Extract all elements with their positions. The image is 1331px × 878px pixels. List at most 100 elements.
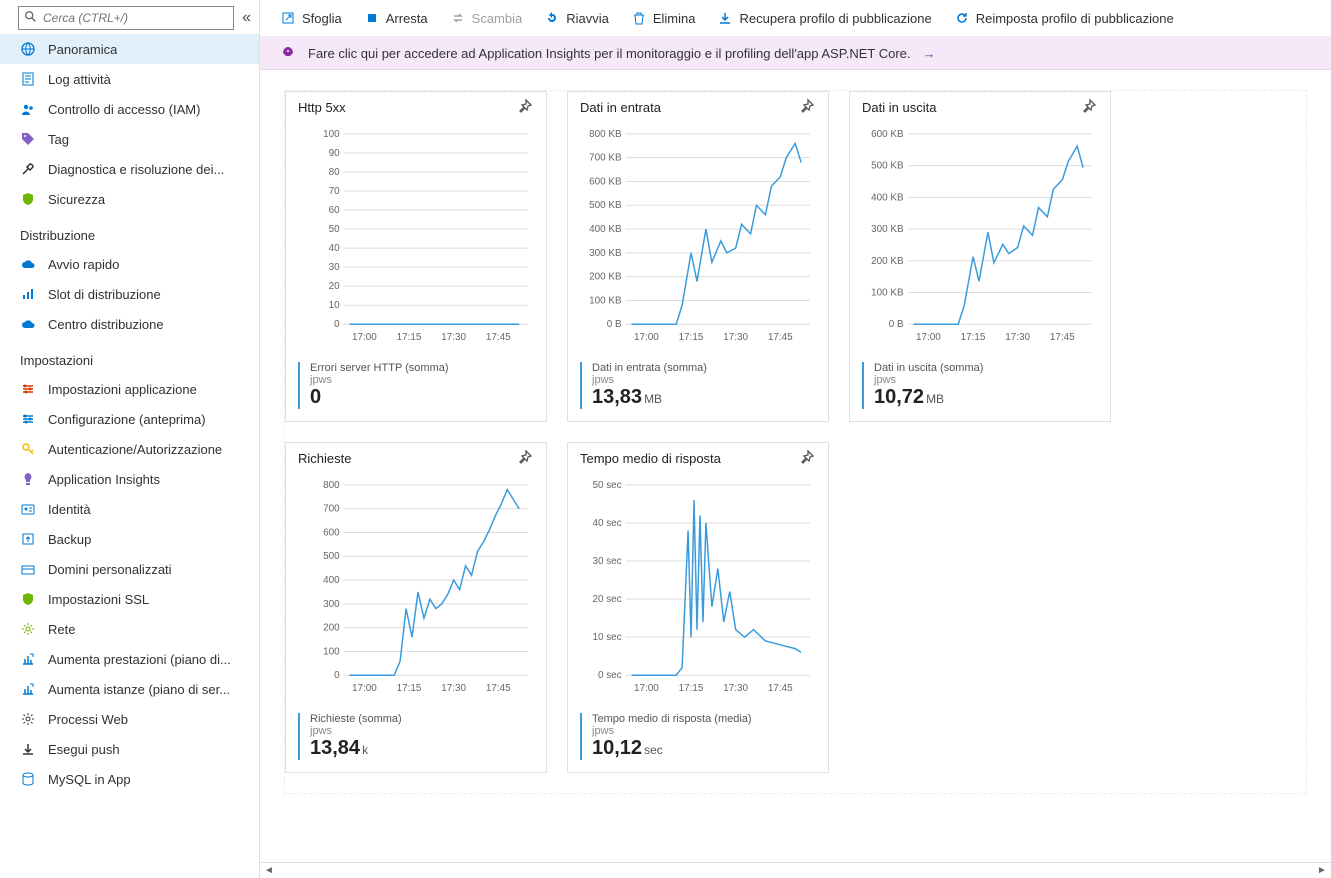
svg-text:200 KB: 200 KB: [871, 256, 904, 267]
content-scroll[interactable]: Http 5xx 010203040506070809010017:0017:1…: [260, 70, 1331, 862]
svg-text:700: 700: [323, 504, 340, 515]
svg-text:17:30: 17:30: [723, 332, 748, 343]
sidebar-item[interactable]: Impostazioni SSL: [0, 584, 259, 614]
metric-card: Http 5xx 010203040506070809010017:0017:1…: [285, 91, 547, 422]
sidebar-item[interactable]: Log attività: [0, 64, 259, 94]
chart[interactable]: 0 sec10 sec20 sec30 sec40 sec50 sec17:00…: [580, 473, 816, 703]
nav-label: Processi Web: [48, 712, 128, 727]
svg-text:80: 80: [329, 167, 341, 178]
card-title: Dati in entrata: [580, 100, 661, 115]
pin-icon[interactable]: [516, 449, 534, 467]
getpub-label: Recupera profilo di pubblicazione: [739, 11, 931, 26]
sidebar-item[interactable]: Diagnostica e risoluzione dei...: [0, 154, 259, 184]
svg-text:500: 500: [323, 551, 340, 562]
sidebar-item[interactable]: Autenticazione/Autorizzazione: [0, 434, 259, 464]
svg-text:500 KB: 500 KB: [589, 200, 622, 211]
download-icon: [717, 10, 733, 26]
metric-unit: MB: [926, 392, 944, 406]
pin-icon[interactable]: [798, 449, 816, 467]
sidebar-item[interactable]: Application Insights: [0, 464, 259, 494]
reset-publish-profile-button[interactable]: Reimposta profilo di pubblicazione: [954, 10, 1174, 26]
sidebar-item[interactable]: Domini personalizzati: [0, 554, 259, 584]
svg-text:17:45: 17:45: [768, 332, 793, 343]
chart[interactable]: 0 B100 KB200 KB300 KB400 KB500 KB600 KB7…: [580, 122, 816, 352]
sidebar-item[interactable]: Sicurezza: [0, 184, 259, 214]
scroll-left-icon[interactable]: ◄: [262, 865, 276, 876]
sidebar-item[interactable]: Backup: [0, 524, 259, 554]
svg-text:200 KB: 200 KB: [589, 272, 622, 283]
metric-sub: jpws: [310, 725, 534, 737]
metric-card: Dati in uscita 0 B100 KB200 KB300 KB400 …: [849, 91, 1111, 422]
metric-value: 13,84: [310, 737, 360, 759]
card-title: Dati in uscita: [862, 100, 936, 115]
sidebar-item[interactable]: Panoramica: [0, 34, 259, 64]
sidebar-item[interactable]: Rete: [0, 614, 259, 644]
svg-text:10: 10: [329, 300, 341, 311]
metric-unit: MB: [644, 392, 662, 406]
svg-text:100: 100: [323, 129, 340, 140]
sidebar-item[interactable]: Configurazione (anteprima): [0, 404, 259, 434]
search-icon: [24, 10, 38, 24]
scroll-right-icon[interactable]: ►: [1315, 865, 1329, 876]
stop-button[interactable]: Arresta: [364, 10, 428, 26]
svg-text:17:30: 17:30: [441, 683, 466, 694]
sidebar-item[interactable]: Esegui push: [0, 734, 259, 764]
nav-label: Application Insights: [48, 472, 160, 487]
search-input[interactable]: [18, 6, 234, 30]
sidebar-item[interactable]: Tag: [0, 124, 259, 154]
nav-icon: [20, 621, 36, 637]
nav-icon: [20, 441, 36, 457]
chart[interactable]: 010020030040050060070080017:0017:1517:30…: [298, 473, 534, 703]
svg-text:0 sec: 0 sec: [598, 670, 622, 681]
banner-text: Fare clic qui per accedere ad Applicatio…: [308, 46, 911, 61]
nav-label: Impostazioni SSL: [48, 592, 149, 607]
insights-banner[interactable]: Fare clic qui per accedere ad Applicatio…: [260, 37, 1331, 70]
sidebar-item[interactable]: Processi Web: [0, 704, 259, 734]
svg-text:100 KB: 100 KB: [589, 295, 622, 306]
swap-icon: [450, 10, 466, 26]
sidebar-item[interactable]: Slot di distribuzione: [0, 279, 259, 309]
get-publish-profile-button[interactable]: Recupera profilo di pubblicazione: [717, 10, 931, 26]
sidebar-item[interactable]: Identità: [0, 494, 259, 524]
browse-button[interactable]: Sfoglia: [280, 10, 342, 26]
pin-icon[interactable]: [1080, 98, 1098, 116]
restart-button[interactable]: Riavvia: [544, 10, 609, 26]
nav-icon: [20, 651, 36, 667]
sidebar-nav: PanoramicaLog attivitàControllo di acces…: [0, 34, 259, 878]
svg-text:0: 0: [334, 670, 340, 681]
sidebar-item[interactable]: MySQL in App: [0, 764, 259, 794]
nav-label: Slot di distribuzione: [48, 287, 161, 302]
metric-card: Tempo medio di risposta 0 sec10 sec20 se…: [567, 442, 829, 773]
svg-text:400 KB: 400 KB: [871, 192, 904, 203]
sidebar-item[interactable]: Centro distribuzione: [0, 309, 259, 339]
metric-sub: jpws: [874, 374, 1098, 386]
sidebar-item[interactable]: Impostazioni applicazione: [0, 374, 259, 404]
sidebar-item[interactable]: Controllo di accesso (IAM): [0, 94, 259, 124]
resetpub-label: Reimposta profilo di pubblicazione: [976, 11, 1174, 26]
nav-label: Diagnostica e risoluzione dei...: [48, 162, 224, 177]
chart[interactable]: 010203040506070809010017:0017:1517:3017:…: [298, 122, 534, 352]
svg-text:0 B: 0 B: [889, 319, 904, 330]
chart[interactable]: 0 B100 KB200 KB300 KB400 KB500 KB600 KB1…: [862, 122, 1098, 352]
delete-button[interactable]: Elimina: [631, 10, 696, 26]
nav-icon: [20, 381, 36, 397]
pin-icon[interactable]: [516, 98, 534, 116]
metric-label: Richieste (somma): [310, 713, 534, 725]
horizontal-scrollbar[interactable]: ◄ ►: [260, 862, 1331, 878]
svg-text:17:00: 17:00: [352, 683, 377, 694]
metric-value: 10,72: [874, 386, 924, 408]
sidebar-item[interactable]: Aumenta prestazioni (piano di...: [0, 644, 259, 674]
pin-icon[interactable]: [798, 98, 816, 116]
metric-label: Dati in uscita (somma): [874, 362, 1098, 374]
metric-label: Errori server HTTP (somma): [310, 362, 534, 374]
sidebar-item[interactable]: Avvio rapido: [0, 249, 259, 279]
svg-text:60: 60: [329, 205, 341, 216]
svg-text:50: 50: [329, 224, 341, 235]
sidebar-item[interactable]: Aumenta istanze (piano di ser...: [0, 674, 259, 704]
svg-text:17:15: 17:15: [961, 332, 986, 343]
stop-icon: [364, 10, 380, 26]
collapse-sidebar-button[interactable]: «: [242, 9, 251, 27]
metric-value: 13,83: [592, 386, 642, 408]
svg-text:17:00: 17:00: [916, 332, 941, 343]
nav-label: Identità: [48, 502, 91, 517]
